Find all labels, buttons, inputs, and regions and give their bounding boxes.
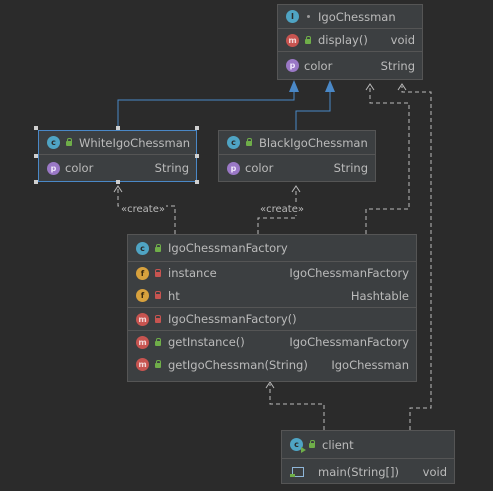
- private-icon: [154, 291, 162, 300]
- private-icon: [154, 314, 162, 324]
- selection-handle[interactable]: [195, 154, 199, 158]
- method-icon: m: [136, 358, 149, 371]
- create-label-white: «create»: [120, 204, 166, 215]
- runnable-class-icon: c: [290, 438, 306, 453]
- method-icon: m: [136, 335, 149, 349]
- method-row[interactable]: main(String[]) void: [282, 458, 454, 484]
- interface-igochessman[interactable]: I IgoChessman m display() void p color S…: [277, 4, 423, 80]
- constructor-row[interactable]: m IgoChessmanFactory(): [128, 307, 416, 330]
- property-icon: p: [286, 59, 299, 72]
- class-header[interactable]: c BlackIgoChessman: [219, 131, 375, 154]
- constructor-name: IgoChessmanFactory(): [168, 312, 297, 326]
- class-header[interactable]: c WhiteIgoChessman: [39, 131, 196, 154]
- selection-handle[interactable]: [195, 180, 199, 184]
- method-icon: m: [136, 312, 149, 326]
- property-name: color: [65, 161, 94, 175]
- method-type: void: [422, 464, 447, 479]
- realization-arrowhead-white: [289, 80, 299, 92]
- interface-name: IgoChessman: [318, 9, 396, 24]
- method-name: main(String[]): [318, 464, 399, 479]
- interface-header[interactable]: I IgoChessman: [278, 5, 422, 28]
- selection-handle[interactable]: [34, 126, 38, 130]
- static-method-icon: [290, 465, 306, 478]
- property-row[interactable]: p color String: [278, 51, 422, 79]
- field-type: Hashtable: [350, 288, 409, 303]
- method-row[interactable]: m getInstance() IgoChessmanFactory: [128, 330, 416, 353]
- private-icon: [154, 268, 162, 278]
- method-name: getIgoChessman(String): [168, 357, 308, 372]
- class-name: WhiteIgoChessman: [79, 135, 191, 150]
- field-icon: f: [136, 266, 149, 280]
- property-name: color: [304, 58, 333, 73]
- dependency-client-factory: [269, 384, 325, 430]
- property-icon: p: [47, 161, 60, 175]
- method-type: IgoChessmanFactory: [289, 335, 409, 349]
- field-name: instance: [168, 266, 217, 280]
- interface-icon: I: [286, 10, 299, 23]
- selection-handle[interactable]: [116, 126, 120, 130]
- class-igochessman-factory[interactable]: c IgoChessmanFactory f instance IgoChess…: [127, 234, 417, 382]
- field-row[interactable]: f ht Hashtable: [128, 284, 416, 307]
- create-label-black: «create»: [259, 204, 305, 215]
- class-name: client: [322, 437, 354, 452]
- property-row[interactable]: p color String: [39, 154, 196, 181]
- property-icon: p: [227, 161, 240, 175]
- property-name: color: [245, 161, 274, 175]
- property-row[interactable]: p color String: [219, 154, 375, 181]
- package-visibility-icon: [304, 12, 312, 21]
- run-icon: [301, 447, 306, 453]
- realization-arrowhead-black: [325, 80, 335, 92]
- class-client[interactable]: c client main(String[]) void: [281, 430, 455, 484]
- class-black-igochessman[interactable]: c BlackIgoChessman p color String: [218, 130, 376, 182]
- method-name: display(): [318, 33, 368, 47]
- public-icon: [154, 337, 162, 347]
- class-header[interactable]: c client: [282, 431, 454, 458]
- selection-handle[interactable]: [195, 126, 199, 130]
- method-type: IgoChessman: [331, 357, 409, 372]
- class-icon: c: [47, 136, 60, 149]
- public-icon: [154, 243, 162, 253]
- realization-black: [295, 86, 331, 130]
- field-icon: f: [136, 289, 149, 302]
- public-icon: [65, 138, 73, 147]
- method-type: void: [390, 33, 415, 47]
- class-icon-letter: c: [294, 440, 299, 449]
- method-row[interactable]: m getIgoChessman(String) IgoChessman: [128, 353, 416, 376]
- selection-handle[interactable]: [34, 154, 38, 158]
- property-type: String: [333, 161, 368, 175]
- property-type: String: [380, 58, 415, 73]
- field-name: ht: [168, 288, 180, 303]
- property-type: String: [154, 161, 189, 175]
- method-icon: m: [286, 33, 299, 47]
- method-row[interactable]: m display() void: [278, 28, 422, 51]
- public-icon: [304, 35, 312, 45]
- class-icon: c: [227, 136, 240, 149]
- public-icon: [308, 440, 316, 449]
- class-icon: c: [136, 241, 149, 255]
- selection-handle[interactable]: [34, 180, 38, 184]
- selection-handle[interactable]: [116, 180, 120, 184]
- public-icon: [154, 360, 162, 369]
- realization-white: [117, 86, 295, 130]
- field-row[interactable]: f instance IgoChessmanFactory: [128, 261, 416, 284]
- class-name: IgoChessmanFactory: [168, 241, 288, 255]
- class-name: BlackIgoChessman: [259, 135, 368, 150]
- field-type: IgoChessmanFactory: [289, 266, 409, 280]
- public-icon: [245, 138, 253, 147]
- class-white-igochessman[interactable]: c WhiteIgoChessman p color String: [38, 130, 197, 182]
- method-name: getInstance(): [168, 335, 245, 349]
- class-header[interactable]: c IgoChessmanFactory: [128, 235, 416, 261]
